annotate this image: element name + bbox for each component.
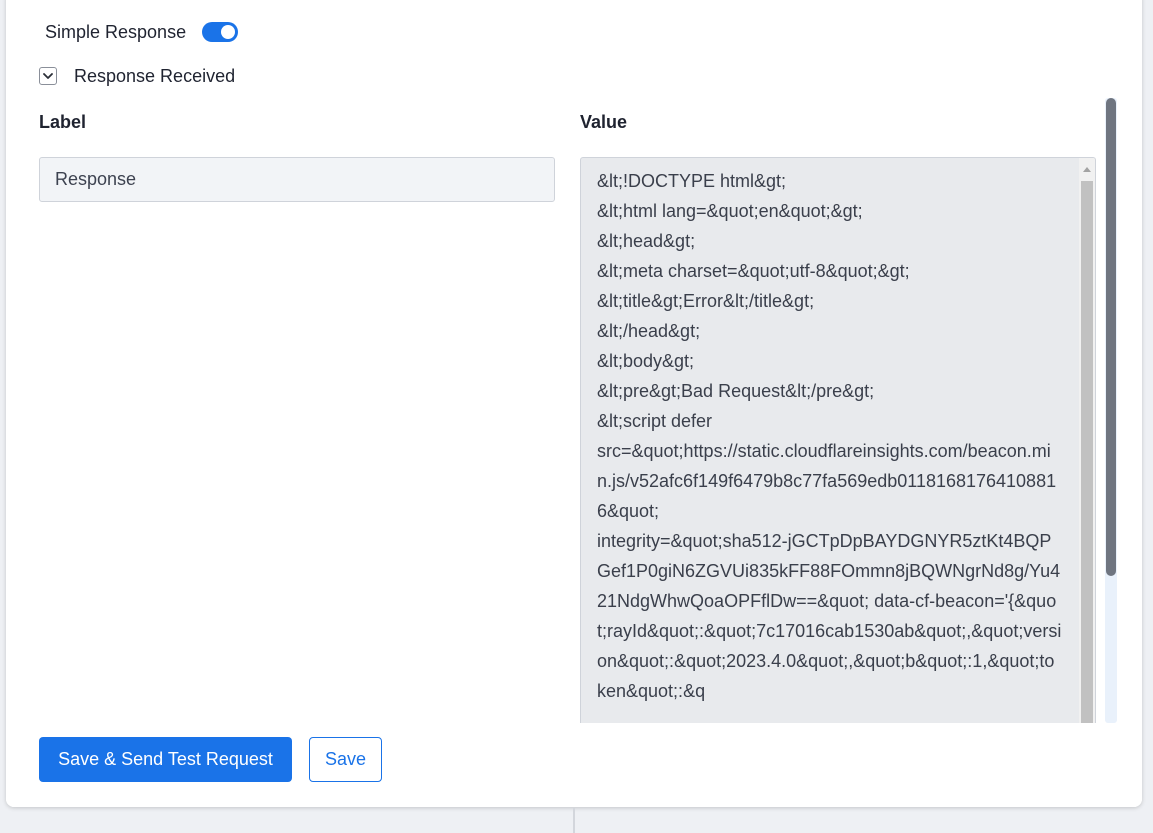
value-scrollbar-thumb[interactable]: [1081, 181, 1093, 737]
save-button[interactable]: Save: [309, 737, 382, 782]
toggle-knob: [221, 25, 236, 39]
response-value-textarea[interactable]: &lt;!DOCTYPE html&gt; &lt;html lang=&quo…: [580, 157, 1096, 737]
response-label-value: Response: [55, 169, 137, 189]
value-scrollbar[interactable]: [1079, 158, 1095, 737]
chevron-down-icon: [43, 72, 53, 79]
save-and-send-test-request-button[interactable]: Save & Send Test Request: [39, 737, 292, 782]
simple-response-label: Simple Response: [45, 21, 187, 42]
response-received-expand-button[interactable]: [39, 67, 57, 85]
scroll-up-arrow-icon[interactable]: [1083, 167, 1091, 172]
response-received-label: Response Received: [74, 65, 236, 86]
response-received-row: Response Received: [39, 64, 235, 88]
simple-response-toggle[interactable]: [202, 22, 239, 42]
response-value-text: &lt;!DOCTYPE html&gt; &lt;html lang=&quo…: [597, 171, 1062, 701]
value-column-header: Value: [580, 112, 628, 132]
simple-response-row: Simple Response: [45, 18, 239, 46]
page-scrollbar-thumb[interactable]: [1106, 98, 1116, 576]
response-label-field[interactable]: Response: [39, 157, 555, 202]
label-column-header: Label: [39, 112, 87, 132]
panel-divider: [573, 808, 575, 833]
